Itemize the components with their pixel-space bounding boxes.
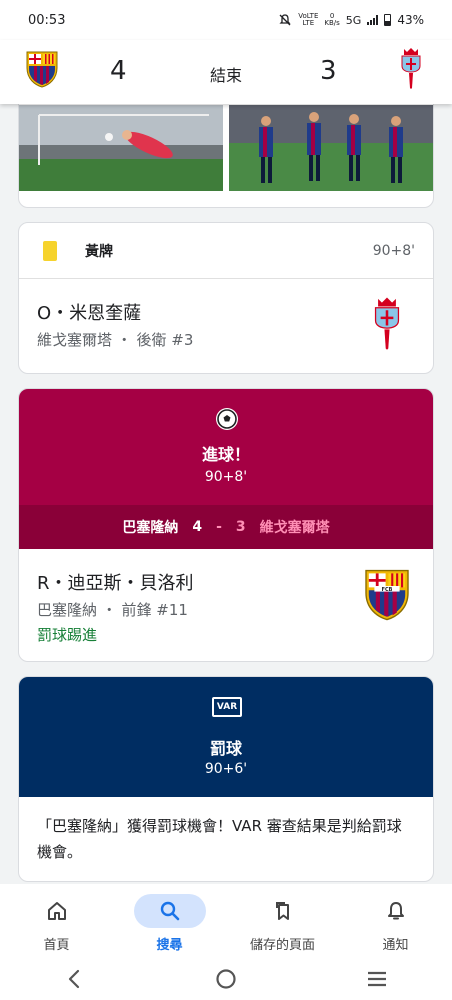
crest-monogram: FCB	[382, 587, 393, 593]
match-photo-goalkeeper[interactable]	[19, 105, 223, 191]
yellow-card-icon	[43, 240, 57, 261]
nav-search[interactable]: 搜尋	[113, 884, 226, 958]
goal-banner: 進球！ 90+8'	[19, 389, 433, 505]
home-icon	[21, 894, 93, 928]
nav-home-label: 首頁	[43, 938, 70, 953]
bookmarks-icon	[247, 894, 319, 928]
match-photo-celebration[interactable]	[229, 105, 433, 191]
system-navigation-bar	[0, 958, 452, 1000]
event-header: 黃牌 90+8'	[19, 223, 433, 279]
score-header: 4 結束 3	[0, 40, 452, 104]
away-score: 3	[320, 56, 337, 86]
network-type: 5G	[345, 13, 362, 27]
nav-notifications[interactable]: 通知	[339, 884, 452, 958]
nav-home[interactable]: 首頁	[0, 884, 113, 958]
back-icon[interactable]	[63, 967, 87, 991]
home-button-icon[interactable]	[214, 967, 238, 991]
battery-icon	[384, 14, 392, 26]
recent-apps-icon[interactable]	[365, 967, 389, 991]
soccer-ball-icon	[216, 408, 238, 430]
player-row[interactable]: R・迪亞斯・貝洛利 巴塞隆納 ・ 前鋒 #11 罰球踢進 FCB	[19, 549, 433, 661]
photo-gallery-card[interactable]	[18, 104, 434, 208]
goal-minute: 90+8'	[204, 469, 248, 485]
goal-scoreline: 巴塞隆納 4 - 3 維戈塞爾塔	[19, 505, 433, 549]
var-event-card[interactable]: VAR 罰球 90+6' 「巴塞隆納」獲得罰球機會！VAR 審查結果是判給罰球機…	[18, 676, 434, 882]
var-banner: VAR 罰球 90+6'	[19, 677, 433, 797]
goal-event-card[interactable]: 進球！ 90+8' 巴塞隆納 4 - 3 維戈塞爾塔 R・迪亞斯・貝洛利 巴塞隆…	[18, 388, 434, 662]
lte-indicator: VoLTE LTE	[298, 12, 319, 27]
player-row[interactable]: O・米恩奎薩 維戈塞爾塔 ・ 後衛 #3	[19, 279, 433, 370]
nav-notifications-label: 通知	[382, 938, 409, 953]
status-time: 00:53	[28, 12, 66, 28]
nav-saved[interactable]: 儲存的頁面	[226, 884, 339, 958]
battery-level: 43%	[397, 13, 424, 27]
goal-detail: 罰球踢進	[37, 626, 98, 644]
barcelona-crest-icon: FCB	[359, 565, 415, 621]
bottom-navigation: 首頁 搜尋 儲存的頁面 通知	[0, 884, 452, 958]
match-status: 結束	[209, 66, 242, 85]
match-timeline[interactable]: 黃牌 90+8' O・米恩奎薩 維戈塞爾塔 ・ 後衛 #3 進球！ 90+8' …	[0, 104, 452, 884]
event-minute: 90+8'	[372, 242, 415, 259]
status-icons: VoLTE LTE 0 KB/s 5G 43%	[278, 13, 424, 27]
event-type: 黃牌	[85, 243, 113, 260]
goal-title: 進球！	[201, 445, 250, 464]
scoreline-away-score: 3	[235, 519, 246, 535]
nav-search-label: 搜尋	[156, 938, 183, 953]
scoreline-home-team: 巴塞隆納	[122, 520, 179, 536]
bell-icon	[360, 894, 432, 928]
celta-crest-icon	[359, 295, 415, 351]
network-speed: 0 KB/s	[324, 12, 340, 27]
scoreline-away-team: 維戈塞爾塔	[259, 520, 330, 536]
search-icon	[133, 894, 206, 928]
yellow-card-event-card[interactable]: 黃牌 90+8' O・米恩奎薩 維戈塞爾塔 ・ 後衛 #3	[18, 222, 434, 374]
signal-icon	[367, 15, 379, 25]
var-title: 罰球	[209, 739, 242, 758]
nav-saved-label: 儲存的頁面	[249, 938, 315, 953]
var-description: 「巴塞隆納」獲得罰球機會！VAR 審查結果是判給罰球機會。	[37, 817, 402, 861]
status-bar: 00:53 VoLTE LTE 0 KB/s 5G 43%	[0, 0, 452, 40]
scoreline-home-score: 4	[192, 519, 203, 535]
celta-crest-icon[interactable]	[398, 46, 424, 90]
scoreline-separator: -	[216, 519, 222, 535]
mute-icon	[279, 14, 291, 26]
var-minute: 90+6'	[204, 761, 248, 777]
var-icon: VAR	[212, 697, 242, 717]
